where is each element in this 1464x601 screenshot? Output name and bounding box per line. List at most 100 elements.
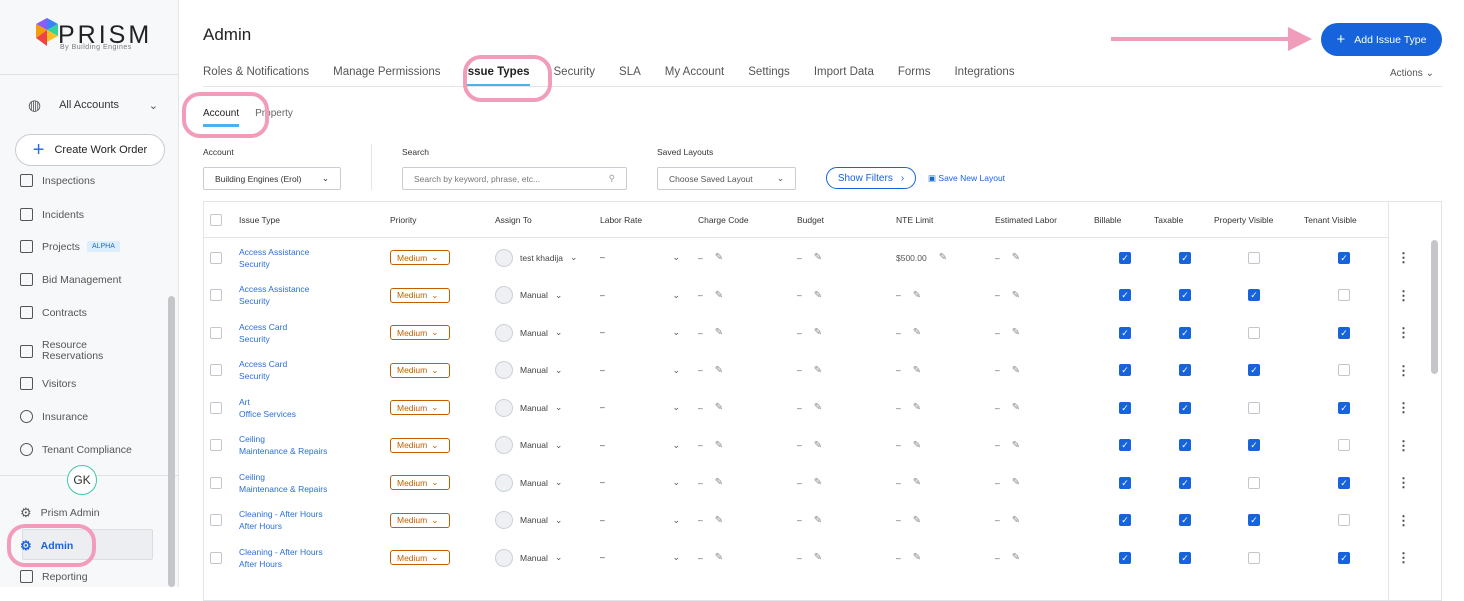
pencil-icon[interactable]: ✎ — [814, 365, 822, 376]
property-visible-checkbox[interactable]: ✓ — [1248, 289, 1260, 302]
billable-checkbox[interactable]: ✓ — [1119, 326, 1131, 339]
search-input[interactable]: Search by keyword, phrase, etc... ⚲ — [402, 167, 627, 190]
billable-checkbox[interactable]: ✓ — [1119, 401, 1131, 414]
table-scrollbar[interactable] — [1431, 240, 1438, 374]
pencil-icon[interactable]: ✎ — [913, 327, 921, 338]
taxable-checkbox[interactable]: ✓ — [1179, 401, 1191, 414]
more-options-icon[interactable]: ⋮ — [1397, 475, 1410, 491]
more-options-icon[interactable]: ⋮ — [1397, 250, 1410, 266]
taxable-checkbox[interactable]: ✓ — [1179, 251, 1191, 264]
billable-checkbox[interactable]: ✓ — [1119, 476, 1131, 489]
pencil-icon[interactable]: ✎ — [913, 365, 921, 376]
col-billable[interactable]: Billable — [1094, 215, 1154, 225]
taxable-checkbox[interactable]: ✓ — [1179, 439, 1191, 452]
tab-security[interactable]: Security — [554, 66, 596, 87]
property-visible-checkbox[interactable]: ✓ — [1248, 439, 1260, 452]
tab-settings[interactable]: Settings — [748, 66, 790, 87]
pencil-icon[interactable]: ✎ — [715, 552, 723, 563]
tab-my-account[interactable]: My Account — [665, 66, 724, 87]
labor-rate-dropdown[interactable]: – ⌄ — [600, 552, 698, 563]
col-taxable[interactable]: Taxable — [1154, 215, 1214, 225]
sidebar-item-projects[interactable]: Projects ALPHA — [20, 240, 120, 253]
issue-type-link[interactable]: Access Assistance Security — [239, 283, 390, 307]
labor-rate-dropdown[interactable]: – ⌄ — [600, 252, 698, 263]
actions-menu[interactable]: Actions ⌄ — [1390, 68, 1434, 79]
assign-to-dropdown[interactable]: test khadija ⌄ — [495, 248, 600, 267]
pencil-icon[interactable]: ✎ — [715, 402, 723, 413]
assign-to-dropdown[interactable]: Manual ⌄ — [495, 548, 600, 567]
taxable-checkbox[interactable]: ✓ — [1179, 326, 1191, 339]
row-select-checkbox[interactable] — [210, 551, 222, 564]
saved-layout-select[interactable]: Choose Saved Layout ⌄ — [657, 167, 796, 190]
more-options-icon[interactable]: ⋮ — [1397, 513, 1410, 529]
billable-checkbox[interactable]: ✓ — [1119, 514, 1131, 527]
pencil-icon[interactable]: ✎ — [1012, 477, 1020, 488]
tenant-visible-checkbox[interactable]: ✓ — [1338, 476, 1350, 489]
property-visible-checkbox[interactable] — [1248, 401, 1260, 414]
col-issue-type[interactable]: Issue Type — [239, 215, 390, 225]
row-select-checkbox[interactable] — [210, 476, 222, 489]
taxable-checkbox[interactable]: ✓ — [1179, 289, 1191, 302]
property-visible-checkbox[interactable] — [1248, 251, 1260, 264]
pencil-icon[interactable]: ✎ — [1012, 515, 1020, 526]
tab-forms[interactable]: Forms — [898, 66, 931, 87]
issue-type-link[interactable]: Cleaning - After Hours After Hours — [239, 546, 390, 570]
create-work-order-button[interactable]: + Create Work Order — [15, 134, 165, 166]
sidebar-item-bid-management[interactable]: Bid Management — [20, 273, 121, 286]
tab-roles-notifications[interactable]: Roles & Notifications — [203, 66, 309, 87]
col-budget[interactable]: Budget — [797, 215, 896, 225]
add-issue-type-button[interactable]: + Add Issue Type — [1321, 23, 1442, 56]
more-options-icon[interactable]: ⋮ — [1397, 288, 1410, 304]
property-visible-checkbox[interactable]: ✓ — [1248, 514, 1260, 527]
pencil-icon[interactable]: ✎ — [913, 402, 921, 413]
pencil-icon[interactable]: ✎ — [715, 440, 723, 451]
taxable-checkbox[interactable]: ✓ — [1179, 476, 1191, 489]
tab-import-data[interactable]: Import Data — [814, 66, 874, 87]
sidebar-item-inspections[interactable]: Inspections — [20, 174, 95, 187]
col-charge-code[interactable]: Charge Code — [698, 215, 797, 225]
assign-to-dropdown[interactable]: Manual ⌄ — [495, 286, 600, 305]
sidebar-item-reporting[interactable]: Reporting — [20, 570, 88, 583]
account-switcher[interactable]: ◍ All Accounts ⌄ — [28, 96, 158, 114]
property-visible-checkbox[interactable]: ✓ — [1248, 364, 1260, 377]
issue-type-link[interactable]: Art Office Services — [239, 396, 390, 420]
pencil-icon[interactable]: ✎ — [715, 477, 723, 488]
pencil-icon[interactable]: ✎ — [814, 440, 822, 451]
property-visible-checkbox[interactable] — [1248, 326, 1260, 339]
tenant-visible-checkbox[interactable] — [1338, 514, 1350, 527]
issue-type-link[interactable]: Access Card Security — [239, 358, 390, 382]
col-priority[interactable]: Priority — [390, 215, 495, 225]
billable-checkbox[interactable]: ✓ — [1119, 439, 1131, 452]
tenant-visible-checkbox[interactable]: ✓ — [1338, 551, 1350, 564]
labor-rate-dropdown[interactable]: – ⌄ — [600, 290, 698, 301]
pencil-icon[interactable]: ✎ — [715, 365, 723, 376]
property-visible-checkbox[interactable] — [1248, 551, 1260, 564]
tab-sla[interactable]: SLA — [619, 66, 641, 87]
pencil-icon[interactable]: ✎ — [814, 402, 822, 413]
pencil-icon[interactable]: ✎ — [913, 440, 921, 451]
pencil-icon[interactable]: ✎ — [814, 515, 822, 526]
billable-checkbox[interactable]: ✓ — [1119, 251, 1131, 264]
row-select-checkbox[interactable] — [210, 364, 222, 377]
pencil-icon[interactable]: ✎ — [715, 290, 723, 301]
issue-type-link[interactable]: Ceiling Maintenance & Repairs — [239, 471, 390, 495]
col-estimated-labor[interactable]: Estimated Labor — [995, 215, 1094, 225]
pencil-icon[interactable]: ✎ — [913, 515, 921, 526]
issue-type-link[interactable]: Ceiling Maintenance & Repairs — [239, 433, 390, 457]
priority-dropdown[interactable]: Medium ⌄ — [390, 512, 450, 528]
col-property-visible[interactable]: Property Visible — [1214, 215, 1304, 225]
more-options-icon[interactable]: ⋮ — [1397, 363, 1410, 379]
sidebar-item-contracts[interactable]: Contracts — [20, 306, 87, 319]
pencil-icon[interactable]: ✎ — [814, 290, 822, 301]
more-options-icon[interactable]: ⋮ — [1397, 550, 1410, 566]
pencil-icon[interactable]: ✎ — [715, 252, 723, 263]
priority-dropdown[interactable]: Medium ⌄ — [390, 250, 450, 266]
labor-rate-dropdown[interactable]: – ⌄ — [600, 327, 698, 338]
more-options-icon[interactable]: ⋮ — [1397, 438, 1410, 454]
pencil-icon[interactable]: ✎ — [715, 327, 723, 338]
assign-to-dropdown[interactable]: Manual ⌄ — [495, 436, 600, 455]
pencil-icon[interactable]: ✎ — [814, 477, 822, 488]
issue-type-link[interactable]: Access Card Security — [239, 321, 390, 345]
billable-checkbox[interactable]: ✓ — [1119, 289, 1131, 302]
pencil-icon[interactable]: ✎ — [913, 477, 921, 488]
